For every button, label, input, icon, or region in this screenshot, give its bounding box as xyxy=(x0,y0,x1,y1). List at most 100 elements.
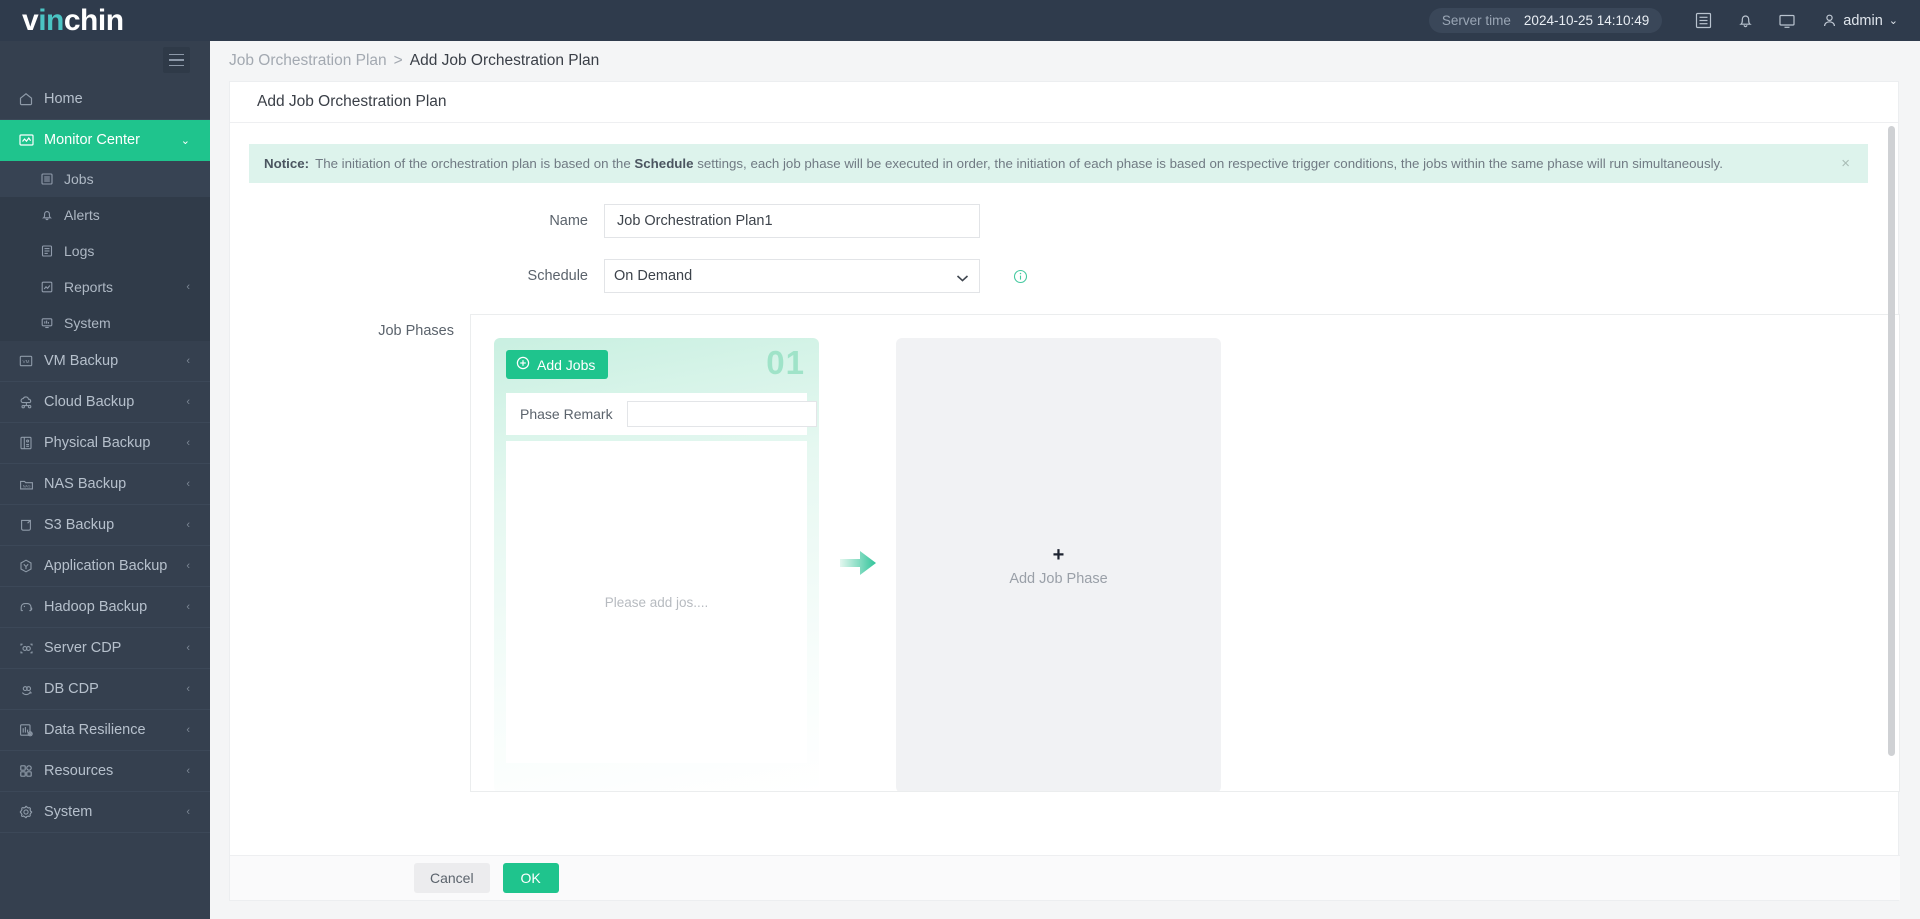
phase-remark-input[interactable] xyxy=(627,401,817,427)
sidebar-item-server-cdp[interactable]: Server CDP ‹ xyxy=(0,628,210,669)
elephant-icon xyxy=(18,599,44,616)
list-icon[interactable] xyxy=(1682,0,1724,41)
sidebar-item-physical-backup[interactable]: Physical Backup ‹ xyxy=(0,423,210,464)
hamburger-row xyxy=(0,41,210,79)
sidebar-item-system-monitor[interactable]: System xyxy=(0,305,210,341)
hexagon-icon xyxy=(18,558,44,574)
scrollbar-thumb[interactable] xyxy=(1888,126,1895,756)
form-row-job-phases: Job Phases xyxy=(230,314,1900,792)
sidebar-item-s3-backup[interactable]: S3 Backup ‹ xyxy=(0,505,210,546)
svg-text:VM: VM xyxy=(23,359,30,364)
job-phases-control: Add Jobs 01 Phase Remark Please add jos.… xyxy=(470,314,1900,792)
top-bar: vinchin Server time 2024-10-25 14:10:49 xyxy=(0,0,1920,41)
sidebar: Home Monitor Center ⌄ Jobs xyxy=(0,41,210,919)
phase-remark-label: Phase Remark xyxy=(520,406,613,422)
phase-number: 01 xyxy=(766,344,805,382)
sidebar-subitem-label: System xyxy=(64,315,111,331)
chevron-left-icon: ‹ xyxy=(186,683,190,695)
sidebar-item-alerts[interactable]: Alerts xyxy=(0,197,210,233)
sidebar-item-jobs[interactable]: Jobs xyxy=(0,161,210,197)
chevron-left-icon: ‹ xyxy=(186,642,190,654)
chevron-left-icon: ‹ xyxy=(186,765,190,777)
sidebar-item-nas-backup[interactable]: NAS NAS Backup ‹ xyxy=(0,464,210,505)
plus-circle-icon xyxy=(516,356,530,373)
user-menu[interactable]: admin ⌄ xyxy=(1822,13,1898,29)
sidebar-item-monitor-center[interactable]: Monitor Center ⌄ xyxy=(0,120,210,161)
sidebar-item-label: VM Backup xyxy=(44,353,118,369)
sidebar-item-logs[interactable]: Logs xyxy=(0,233,210,269)
breadcrumb-separator: > xyxy=(394,52,403,70)
form-scroll-area: Notice: The initiation of the orchestrat… xyxy=(230,123,1900,857)
sidebar-item-vm-backup[interactable]: VM VM Backup ‹ xyxy=(0,341,210,382)
name-control xyxy=(604,204,980,238)
sidebar-item-cloud-backup[interactable]: Cloud Backup ‹ xyxy=(0,382,210,423)
sidebar-item-label: NAS Backup xyxy=(44,476,126,492)
notice-text-after: settings, each job phase will be execute… xyxy=(694,156,1723,171)
schedule-select[interactable]: On Demand xyxy=(604,259,980,293)
notice-label: Notice: xyxy=(264,156,309,171)
bucket-icon xyxy=(18,517,44,533)
notice-banner: Notice: The initiation of the orchestrat… xyxy=(249,144,1868,183)
sidebar-subitem-label: Reports xyxy=(64,279,113,295)
logo-chin: chin xyxy=(64,4,124,37)
add-job-phase-button[interactable]: + Add Job Phase xyxy=(896,338,1221,792)
breadcrumb-current: Add Job Orchestration Plan xyxy=(410,52,600,70)
arrow-right-icon xyxy=(838,548,878,583)
chevron-left-icon: ‹ xyxy=(186,724,190,736)
svg-text:NAS: NAS xyxy=(23,484,31,488)
name-input[interactable] xyxy=(604,204,980,238)
db-cdp-icon xyxy=(18,681,44,698)
gear-icon xyxy=(18,804,44,820)
sidebar-item-db-cdp[interactable]: DB CDP ‹ xyxy=(0,669,210,710)
form-row-name: Name xyxy=(230,204,1900,238)
sidebar-item-data-resilience[interactable]: Data Resilience ‹ xyxy=(0,710,210,751)
job-phases-label: Job Phases xyxy=(230,314,470,348)
cdp-icon xyxy=(18,640,44,657)
chevron-left-icon: ‹ xyxy=(186,437,190,449)
topbar-right-group: Server time 2024-10-25 14:10:49 xyxy=(1429,0,1920,41)
schedule-select-wrap: On Demand xyxy=(604,259,980,293)
bell-icon[interactable] xyxy=(1724,0,1766,41)
add-jobs-button[interactable]: Add Jobs xyxy=(506,350,608,379)
menu-icon[interactable] xyxy=(163,47,190,73)
info-icon[interactable] xyxy=(1013,259,1028,293)
phase-empty-text: Please add jos.... xyxy=(605,595,709,610)
chevron-left-icon: ‹ xyxy=(186,519,190,531)
jobs-icon xyxy=(40,172,64,186)
grid-icon xyxy=(18,763,44,779)
monitor-chart-icon xyxy=(18,132,44,149)
sidebar-item-home[interactable]: Home xyxy=(0,79,210,120)
phase-arrow xyxy=(819,338,896,792)
add-plan-panel: Add Job Orchestration Plan Notice: The i… xyxy=(229,81,1899,901)
system-monitor-icon xyxy=(40,316,64,330)
sidebar-item-label: Application Backup xyxy=(44,558,167,574)
logo-v: v xyxy=(22,4,38,37)
sidebar-item-label: Monitor Center xyxy=(44,132,140,148)
notice-text: The initiation of the orchestration plan… xyxy=(315,156,1723,171)
sidebar-item-label: Hadoop Backup xyxy=(44,599,147,615)
report-icon xyxy=(40,280,64,294)
resilience-icon xyxy=(18,722,44,738)
vm-icon: VM xyxy=(18,353,44,369)
sidebar-item-reports[interactable]: Reports ‹ xyxy=(0,269,210,305)
breadcrumb-parent[interactable]: Job Orchestration Plan xyxy=(229,52,387,70)
ok-button[interactable]: OK xyxy=(503,863,559,893)
sidebar-item-hadoop-backup[interactable]: Hadoop Backup ‹ xyxy=(0,587,210,628)
sidebar-item-application-backup[interactable]: Application Backup ‹ xyxy=(0,546,210,587)
chevron-left-icon: ‹ xyxy=(186,478,190,490)
nas-icon: NAS xyxy=(18,476,44,493)
main-content: Job Orchestration Plan > Add Job Orchest… xyxy=(210,41,1920,919)
monitor-icon[interactable] xyxy=(1766,0,1808,41)
cancel-button[interactable]: Cancel xyxy=(414,863,490,893)
close-icon[interactable]: × xyxy=(1837,155,1854,172)
sidebar-item-system[interactable]: System ‹ xyxy=(0,792,210,833)
chevron-left-icon: ‹ xyxy=(186,396,190,408)
vertical-scrollbar[interactable] xyxy=(1888,126,1895,816)
sidebar-item-label: System xyxy=(44,804,92,820)
sidebar-item-label: DB CDP xyxy=(44,681,99,697)
chevron-left-icon: ‹ xyxy=(186,355,190,367)
breadcrumb: Job Orchestration Plan > Add Job Orchest… xyxy=(210,41,1920,81)
logs-icon xyxy=(40,244,64,258)
sidebar-item-resources[interactable]: Resources ‹ xyxy=(0,751,210,792)
add-job-phase-label: Add Job Phase xyxy=(1009,571,1107,587)
